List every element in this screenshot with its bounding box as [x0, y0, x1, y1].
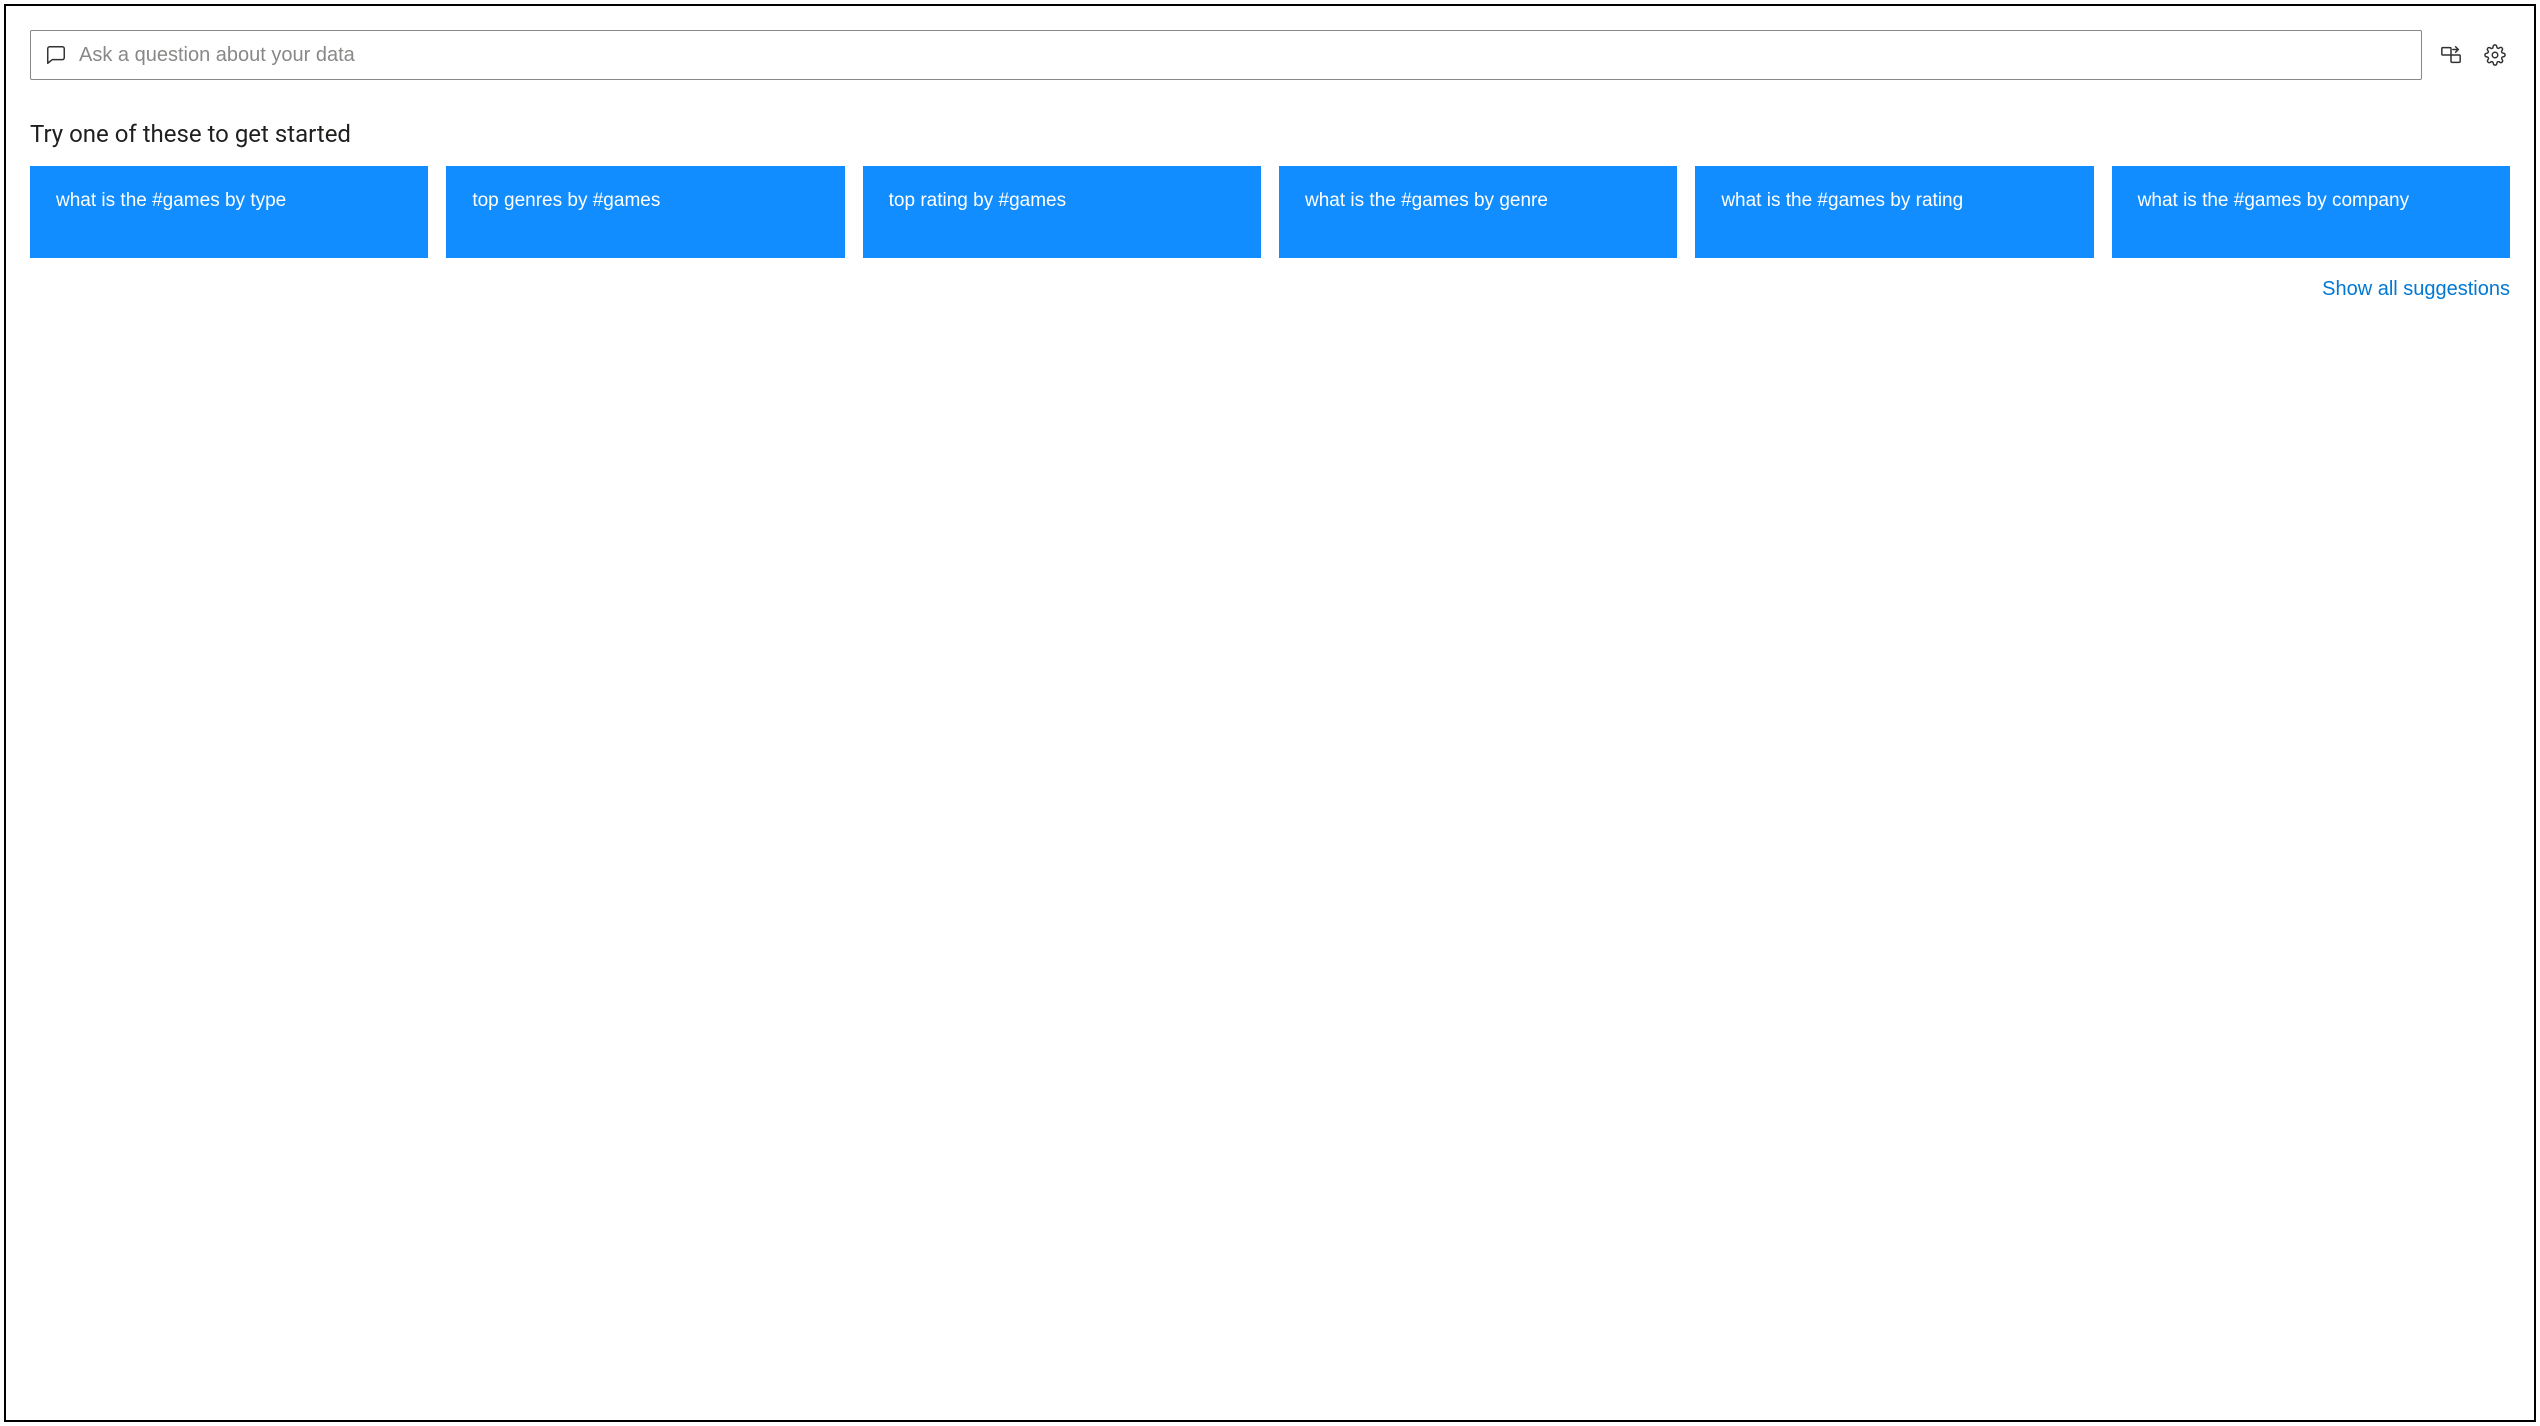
show-all-suggestions-link[interactable]: Show all suggestions: [2322, 278, 2510, 301]
suggestion-card[interactable]: top rating by #games: [863, 166, 1261, 258]
settings-button[interactable]: [2480, 40, 2510, 70]
search-input-wrap[interactable]: [30, 30, 2422, 80]
chat-icon: [45, 44, 67, 66]
suggestion-card-label: what is the #games by rating: [1721, 188, 1963, 214]
suggestion-card[interactable]: top genres by #games: [446, 166, 844, 258]
gear-icon: [2484, 44, 2506, 66]
convert-visual-button[interactable]: [2436, 40, 2466, 70]
suggestion-card-grid: what is the #games by type top genres by…: [30, 166, 2510, 258]
qa-search-input[interactable]: [79, 44, 2407, 67]
qa-panel: Try one of these to get started what is …: [4, 4, 2536, 1422]
suggestion-card-label: top genres by #games: [472, 188, 660, 214]
suggestion-card-label: what is the #games by company: [2138, 188, 2409, 214]
search-bar-row: [30, 30, 2510, 80]
suggestion-card[interactable]: what is the #games by rating: [1695, 166, 2093, 258]
convert-visual-icon: [2440, 44, 2462, 66]
suggestions-footer: Show all suggestions: [30, 278, 2510, 301]
suggestion-card[interactable]: what is the #games by genre: [1279, 166, 1677, 258]
suggestion-card[interactable]: what is the #games by type: [30, 166, 428, 258]
suggestion-card-label: top rating by #games: [889, 188, 1066, 214]
suggestion-card-label: what is the #games by type: [56, 188, 286, 214]
suggestions-section-title: Try one of these to get started: [30, 120, 2510, 148]
suggestion-card-label: what is the #games by genre: [1305, 188, 1548, 214]
suggestion-card[interactable]: what is the #games by company: [2112, 166, 2510, 258]
